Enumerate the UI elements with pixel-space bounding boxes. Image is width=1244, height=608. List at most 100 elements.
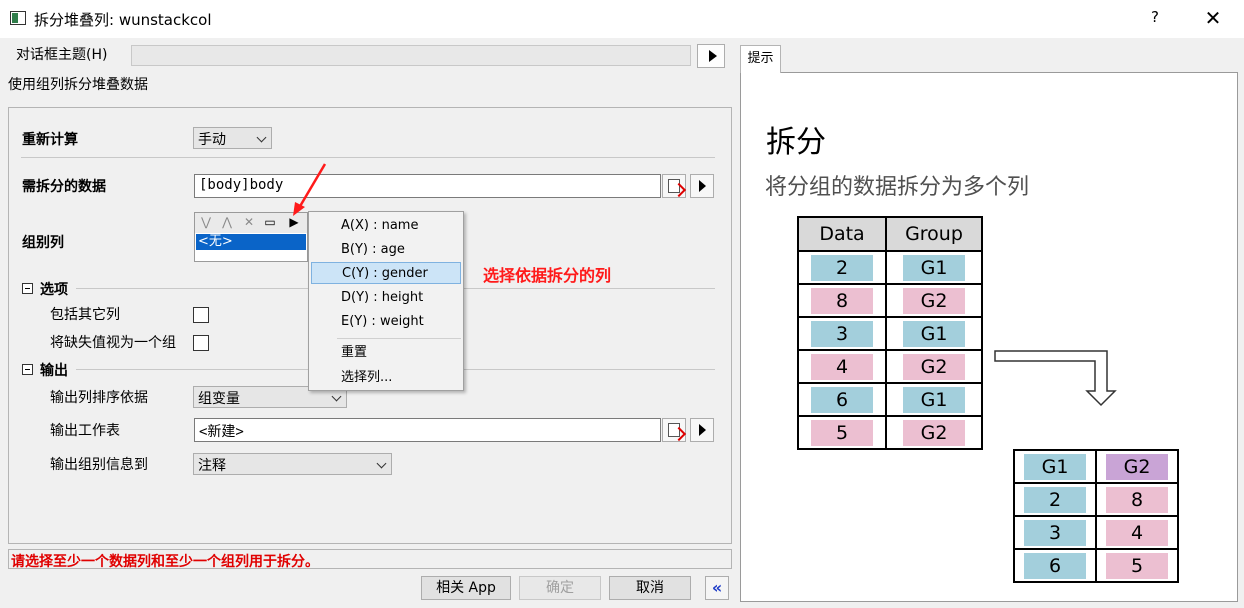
data-value: 2 bbox=[811, 254, 873, 281]
g2-value: 5 bbox=[1106, 552, 1168, 579]
menu-item-col-d[interactable]: D(Y) : height bbox=[311, 287, 461, 309]
group-value: G1 bbox=[903, 386, 965, 413]
split-data-label: 需拆分的数据 bbox=[22, 179, 106, 195]
annotation-text: 选择依据拆分的列 bbox=[483, 266, 612, 285]
g1-value: 3 bbox=[1024, 519, 1086, 546]
move-up-icon[interactable]: ⋀ bbox=[220, 215, 234, 229]
output-sheet-input[interactable]: <新建> bbox=[194, 418, 661, 442]
group-info-combo[interactable]: 注释 bbox=[193, 453, 392, 475]
table-cell: 5 bbox=[1095, 548, 1179, 583]
transform-arrow-icon bbox=[994, 350, 1117, 407]
chevron-down-icon bbox=[376, 458, 387, 469]
g2-header: G2 bbox=[1106, 453, 1168, 480]
group-value: G2 bbox=[903, 353, 965, 380]
output-sheet-label: 输出工作表 bbox=[50, 423, 120, 439]
table-cell: G2 bbox=[885, 415, 983, 450]
data-value: 8 bbox=[811, 287, 873, 314]
table-cell: 8 bbox=[1095, 482, 1179, 517]
missing-as-group-label: 将缺失值视为一个组 bbox=[50, 335, 176, 351]
include-other-checkbox[interactable] bbox=[193, 307, 209, 323]
move-down-icon[interactable]: ⋁ bbox=[199, 215, 213, 229]
group-value: G1 bbox=[903, 254, 965, 281]
table-cell: 6 bbox=[1013, 548, 1097, 583]
collapse-options-icon[interactable] bbox=[22, 283, 33, 294]
related-app-button[interactable]: 相关 App bbox=[421, 576, 511, 600]
menu-item-col-c[interactable]: C(Y) : gender bbox=[311, 262, 461, 284]
chevron-down-icon bbox=[331, 391, 342, 402]
table-header: Group bbox=[885, 216, 983, 252]
collapse-output-icon[interactable] bbox=[22, 364, 33, 375]
play-arrow-icon bbox=[709, 50, 717, 62]
sheet-picker-icon[interactable] bbox=[662, 418, 686, 442]
help-button[interactable]: ? bbox=[1143, 8, 1167, 30]
sort-by-value: 组变量 bbox=[198, 391, 240, 407]
ok-button[interactable]: 确定 bbox=[519, 576, 601, 600]
menu-item-col-e[interactable]: E(Y) : weight bbox=[311, 311, 461, 333]
group-list-item[interactable]: <无> bbox=[196, 234, 306, 250]
column-context-menu: A(X) : name B(Y) : age C(Y) : gender D(Y… bbox=[308, 211, 464, 391]
group-value: G1 bbox=[903, 320, 965, 347]
sort-by-label: 输出列排序依据 bbox=[50, 390, 148, 406]
group-value: G2 bbox=[903, 419, 965, 446]
delete-icon[interactable]: ✕ bbox=[242, 215, 256, 229]
table-cell: 4 bbox=[1095, 515, 1179, 550]
table-cell: G2 bbox=[885, 283, 983, 318]
g1-header: G1 bbox=[1024, 453, 1086, 480]
stacked-table: Data Group 2 G1 8 G2 3 G1 4 G2 6 G1 5 G2 bbox=[797, 216, 983, 450]
hint-subtitle: 将分组的数据拆分为多个列 bbox=[765, 175, 1030, 200]
tab-hint[interactable]: 提示 bbox=[740, 45, 781, 73]
hint-panel: 拆分 将分组的数据拆分为多个列 Data Group 2 G1 8 G2 3 G1 4… bbox=[740, 72, 1238, 602]
group-value: G2 bbox=[903, 287, 965, 314]
status-message: 请选择至少一个数据列和至少一个组列用于拆分。 bbox=[11, 554, 319, 570]
g2-value: 4 bbox=[1106, 519, 1168, 546]
divider bbox=[21, 157, 715, 158]
collapse-panel-button[interactable]: « bbox=[705, 576, 729, 600]
table-cell: 5 bbox=[797, 415, 887, 450]
table-cell: 6 bbox=[797, 382, 887, 417]
recalc-label: 重新计算 bbox=[22, 132, 78, 148]
table-cell: 8 bbox=[797, 283, 887, 318]
app-icon bbox=[10, 11, 26, 25]
table-cell: 2 bbox=[797, 250, 887, 285]
data-value: 3 bbox=[811, 320, 873, 347]
missing-as-group-checkbox[interactable] bbox=[193, 335, 209, 351]
theme-menu-button[interactable] bbox=[697, 44, 725, 68]
chevron-down-icon bbox=[256, 132, 267, 143]
status-bar: 请选择至少一个数据列和至少一个组列用于拆分。 bbox=[8, 549, 732, 570]
dialog-description: 使用组列拆分堆叠数据 bbox=[8, 77, 148, 93]
table-header: Data bbox=[797, 216, 887, 252]
table-cell: G1 bbox=[885, 382, 983, 417]
data-value: 6 bbox=[811, 386, 873, 413]
table-cell: 2 bbox=[1013, 482, 1097, 517]
table-header: G1 bbox=[1013, 449, 1097, 484]
recalc-combo[interactable]: 手动 bbox=[193, 127, 272, 149]
cancel-button[interactable]: 取消 bbox=[609, 576, 691, 600]
play-arrow-icon bbox=[699, 424, 706, 436]
table-cell: G1 bbox=[885, 250, 983, 285]
split-data-menu-button[interactable] bbox=[690, 174, 714, 198]
menu-item-select-columns[interactable]: 选择列... bbox=[311, 367, 461, 389]
split-data-input[interactable]: [body]body bbox=[194, 174, 661, 198]
table-cell: 3 bbox=[797, 316, 887, 351]
menu-separator bbox=[337, 338, 461, 339]
group-col-label: 组别列 bbox=[22, 235, 64, 251]
annotation-arrow bbox=[293, 163, 327, 216]
menu-item-reset[interactable]: 重置 bbox=[311, 342, 461, 364]
square-icon[interactable]: ▭ bbox=[263, 215, 277, 229]
options-section-label: 选项 bbox=[40, 282, 68, 298]
include-other-label: 包括其它列 bbox=[50, 307, 120, 323]
group-info-value: 注释 bbox=[198, 458, 226, 474]
menu-item-col-b[interactable]: B(Y) : age bbox=[311, 239, 461, 261]
column-picker-icon[interactable] bbox=[662, 174, 686, 198]
g1-value: 6 bbox=[1024, 552, 1086, 579]
title-bar: 拆分堆叠列: wunstackcol ? ✕ bbox=[0, 0, 1244, 38]
output-sheet-menu-button[interactable] bbox=[690, 418, 714, 442]
dialog-theme-combo[interactable] bbox=[131, 45, 691, 66]
hint-title: 拆分 bbox=[766, 125, 826, 160]
unstacked-table: G1 G2 28 34 65 bbox=[1013, 449, 1179, 583]
table-cell: 4 bbox=[797, 349, 887, 384]
table-cell: G2 bbox=[885, 349, 983, 384]
group-info-label: 输出组别信息到 bbox=[50, 457, 148, 473]
data-value: 5 bbox=[811, 419, 873, 446]
close-button[interactable]: ✕ bbox=[1199, 6, 1227, 32]
